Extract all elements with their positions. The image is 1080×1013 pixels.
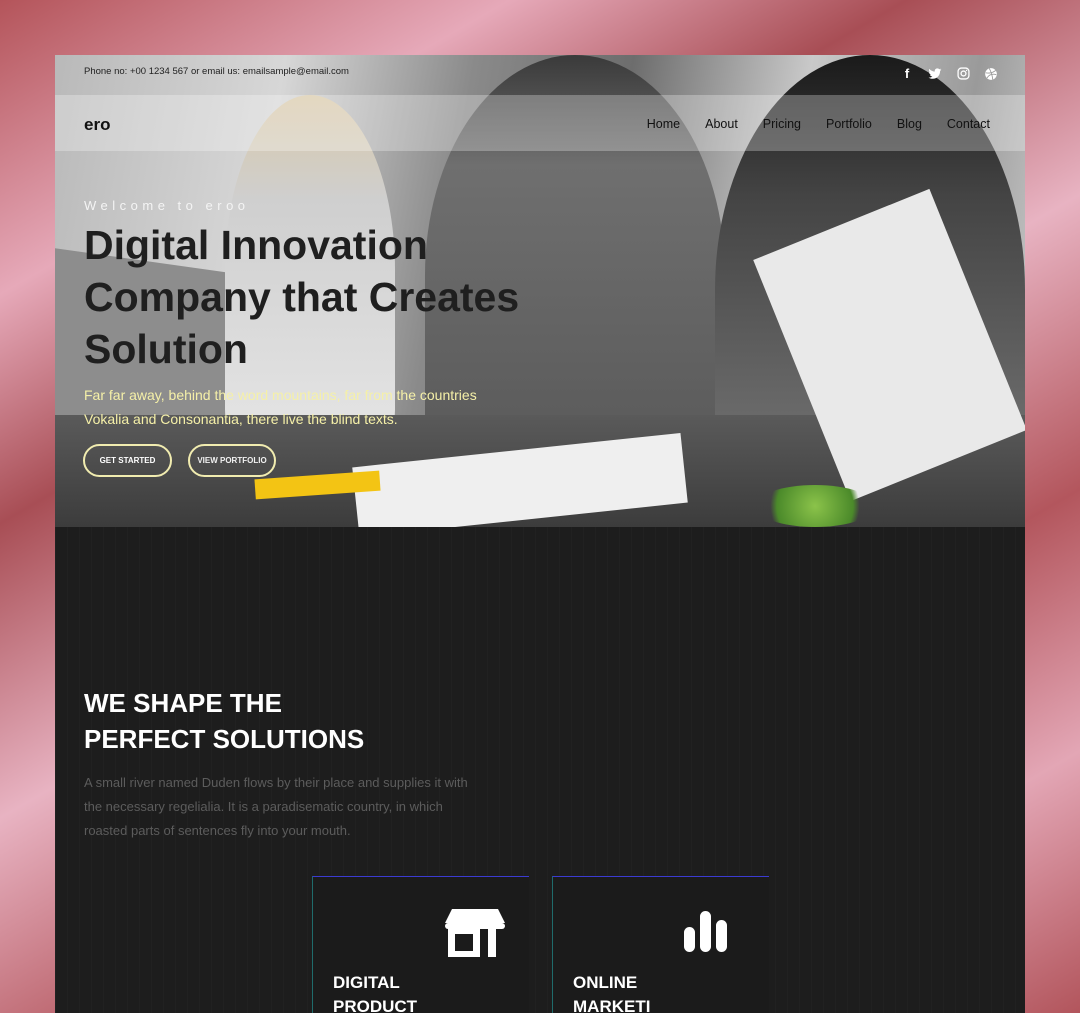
service-card-title: ONLINE MARKETI [573,971,753,1013]
facebook-icon[interactable]: f [900,67,914,81]
nav-item-contact[interactable]: Contact [947,117,990,131]
nav-item-blog[interactable]: Blog [897,117,922,131]
service-card[interactable]: DIGITAL PRODUCT [312,876,529,1013]
service-card-title-line: PRODUCT [333,997,418,1013]
section-title-line: WE SHAPE THE [84,688,282,718]
nav-item-about[interactable]: About [705,117,738,131]
get-started-button[interactable]: GET STARTED [83,444,172,477]
nav-item-portfolio[interactable]: Portfolio [826,117,872,131]
view-portfolio-button[interactable]: VIEW PORTFOLIO [188,444,276,477]
brand-logo[interactable]: ero [84,115,110,135]
twitter-icon[interactable] [928,67,942,81]
storefront-icon [444,907,506,964]
service-card[interactable]: ONLINE MARKETI [552,876,769,1013]
contact-info: Phone no: +00 1234 567 or email us: emai… [84,66,349,77]
page-frame: Phone no: +00 1234 567 or email us: emai… [55,55,1025,1013]
about-section: WE SHAPE THE PERFECT SOLUTIONS A small r… [55,527,1025,1013]
section-title: WE SHAPE THE PERFECT SOLUTIONS [84,685,484,757]
section-text: A small river named Duden flows by their… [84,775,468,838]
service-card-title-line: MARKETI [573,997,651,1013]
hero-text: Far far away, behind the word mountains,… [84,387,477,427]
top-bar: Phone no: +00 1234 567 or email us: emai… [55,55,1025,95]
hero-photo-plant [755,485,875,527]
instagram-icon[interactable] [956,67,970,81]
main-nav: Home About Pricing Portfolio Blog Contac… [622,117,990,131]
nav-item-pricing[interactable]: Pricing [763,117,801,131]
service-card-title: DIGITAL PRODUCT [333,971,513,1013]
hero-welcome: Welcome to eroo [84,198,250,213]
service-card-title-line: ONLINE [573,973,638,992]
hero-title: Digital Innovation Company that Creates … [84,222,520,372]
bar-chart-icon [683,907,729,958]
nav-item-home[interactable]: Home [647,117,680,131]
service-card-title-line: DIGITAL [333,973,400,992]
hero-section: Phone no: +00 1234 567 or email us: emai… [55,55,1025,527]
social-links: f [900,67,998,81]
dribbble-icon[interactable] [984,67,998,81]
main-navbar: ero Home About Pricing Portfolio Blog Co… [55,95,1025,151]
section-title-line: PERFECT SOLUTIONS [84,724,365,754]
